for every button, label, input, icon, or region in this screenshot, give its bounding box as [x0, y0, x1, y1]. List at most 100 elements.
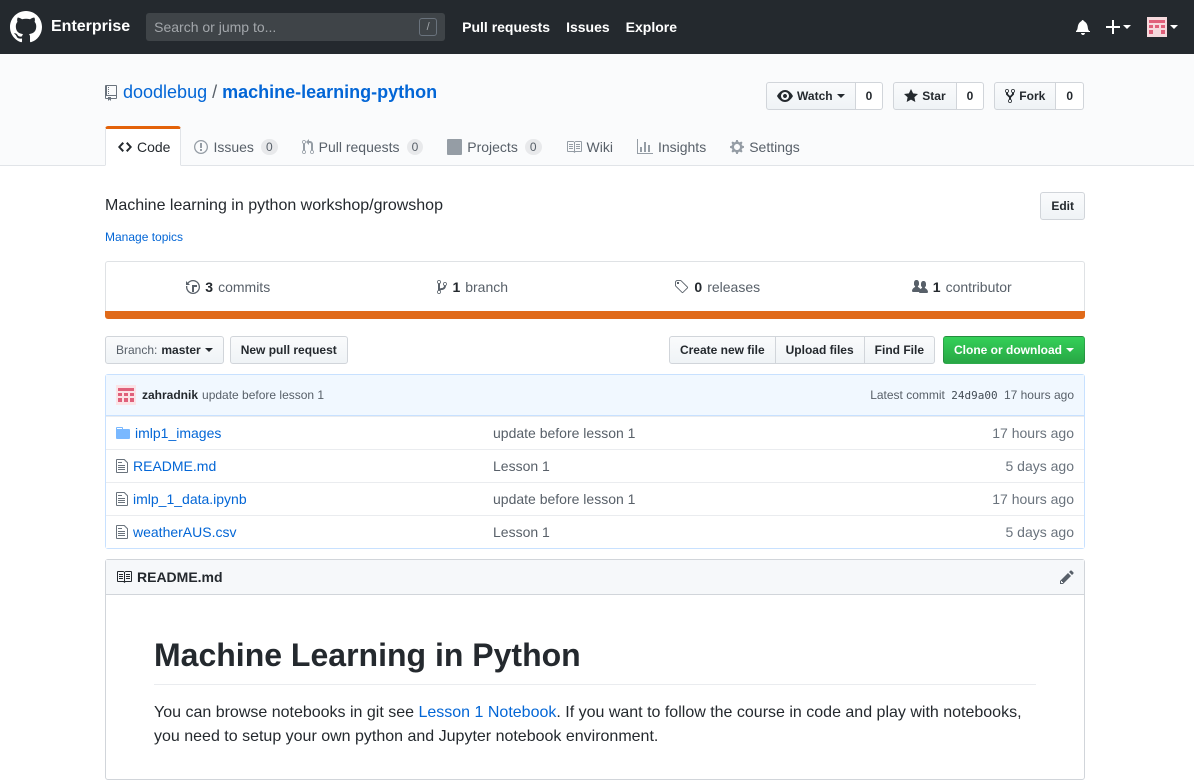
commits-stat[interactable]: 3 commits	[106, 279, 351, 295]
repo-description: Machine learning in python workshop/grow…	[105, 197, 443, 214]
graph-icon	[636, 138, 653, 155]
folder-icon	[116, 425, 130, 441]
repo-icon	[105, 84, 117, 101]
enterprise-label: Enterprise	[51, 18, 131, 35]
language-bar[interactable]	[105, 311, 1085, 319]
tab-settings[interactable]: Settings	[717, 126, 811, 166]
pencil-icon[interactable]	[1060, 569, 1074, 585]
file-commit-message[interactable]: update before lesson 1	[493, 425, 992, 441]
file-list: zahradnik update before lesson 1 Latest …	[105, 374, 1085, 549]
repo-owner-link[interactable]: doodlebug	[123, 82, 207, 103]
tab-settings-label: Settings	[749, 138, 800, 155]
file-icon	[116, 491, 128, 507]
contributors-label: contributor	[945, 278, 1012, 295]
repo-stats-summary: 3 commits 1 branch 0 releases 1 contribu…	[105, 261, 1085, 311]
repo-description-row: Machine learning in python workshop/grow…	[105, 192, 1085, 220]
clone-or-download-button[interactable]: Clone or download	[943, 336, 1085, 364]
clone-label: Clone or download	[954, 343, 1062, 357]
repo-name-link[interactable]: machine-learning-python	[222, 82, 437, 103]
enterprise-home-link[interactable]: Enterprise	[10, 11, 130, 43]
git-branch-icon	[437, 279, 448, 295]
file-name-link[interactable]: README.md	[133, 458, 216, 474]
commit-message-link[interactable]: update before lesson 1	[202, 388, 324, 402]
fork-button[interactable]: Fork	[994, 82, 1057, 110]
user-avatar-dropdown[interactable]	[1147, 17, 1178, 37]
plus-icon	[1106, 20, 1120, 34]
nav-explore[interactable]: Explore	[626, 19, 677, 35]
tab-issues-label: Issues	[213, 138, 254, 155]
repo-header: doodlebug / machine-learning-python Watc…	[0, 54, 1194, 166]
book-icon	[566, 139, 582, 155]
eye-icon	[777, 88, 794, 104]
tab-issues[interactable]: Issues 0	[181, 126, 288, 166]
repo-nav: Code Issues 0 Pull requests 0 Projects 0	[105, 126, 811, 166]
repo-title: doodlebug / machine-learning-python	[105, 82, 437, 103]
readme-filename: README.md	[137, 569, 223, 585]
lesson-1-notebook-link[interactable]: Lesson 1 Notebook	[418, 704, 556, 721]
star-button[interactable]: Star	[893, 82, 957, 110]
tab-insights-label: Insights	[657, 138, 707, 155]
fork-count[interactable]: 0	[1056, 82, 1084, 110]
file-name-link[interactable]: imlp_1_data.ipynb	[133, 491, 247, 507]
branch-prefix: Branch:	[116, 343, 158, 357]
branches-label: branch	[465, 278, 509, 295]
commit-sha-link[interactable]: 24d9a00	[951, 389, 997, 402]
branch-select-button[interactable]: Branch: master	[105, 336, 224, 364]
manage-topics-link[interactable]: Manage topics	[105, 230, 183, 244]
contributors-stat[interactable]: 1 contributor	[840, 279, 1085, 295]
tab-projects-label: Projects	[467, 138, 518, 155]
tab-code[interactable]: Code	[105, 126, 182, 166]
commits-count: 3	[205, 278, 214, 295]
watch-button[interactable]: Watch	[766, 82, 856, 110]
search-shortcut-key: /	[419, 18, 438, 36]
star-count[interactable]: 0	[956, 82, 985, 110]
chevron-down-icon	[1123, 25, 1131, 29]
file-row: weatherAUS.csv Lesson 1 5 days ago	[106, 515, 1084, 548]
readme-header: README.md	[106, 560, 1084, 595]
find-file-button[interactable]: Find File	[863, 336, 935, 364]
file-commit-message[interactable]: Lesson 1	[493, 458, 1006, 474]
commit-author-link[interactable]: zahradnik	[142, 388, 198, 402]
fork-group: Fork 0	[994, 82, 1084, 110]
github-logo-icon	[10, 11, 42, 43]
watch-count[interactable]: 0	[855, 82, 884, 110]
branch-name: master	[161, 343, 201, 357]
new-pull-request-button[interactable]: New pull request	[229, 336, 348, 364]
file-commit-message[interactable]: update before lesson 1	[493, 491, 992, 507]
chevron-down-icon	[204, 348, 213, 352]
file-name-link[interactable]: imlp1_images	[135, 425, 221, 441]
fork-icon	[1005, 88, 1016, 104]
releases-count: 0	[694, 278, 703, 295]
file-name-link[interactable]: weatherAUS.csv	[133, 524, 236, 540]
file-icon	[116, 524, 128, 540]
code-icon	[118, 139, 132, 155]
chevron-down-icon	[1170, 25, 1178, 29]
upload-files-button[interactable]: Upload files	[774, 336, 865, 364]
issues-counter: 0	[260, 138, 278, 155]
chevron-down-icon	[836, 94, 845, 98]
nav-pull-requests[interactable]: Pull requests	[462, 19, 550, 35]
tab-wiki-label: Wiki	[586, 138, 613, 155]
nav-issues[interactable]: Issues	[566, 19, 610, 35]
create-new-file-button[interactable]: Create new file	[668, 336, 776, 364]
projects-counter: 0	[524, 138, 542, 155]
tab-pull-requests[interactable]: Pull requests 0	[289, 126, 435, 166]
branches-stat[interactable]: 1 branch	[351, 279, 596, 295]
releases-label: releases	[707, 278, 761, 295]
avatar	[1147, 17, 1167, 37]
repo-path-separator: /	[212, 82, 218, 102]
notifications-bell-icon[interactable]	[1076, 19, 1090, 35]
watch-group: Watch 0	[766, 82, 884, 110]
commit-age: 17 hours ago	[1003, 388, 1074, 402]
tab-insights[interactable]: Insights	[624, 126, 717, 166]
file-commit-message[interactable]: Lesson 1	[493, 524, 1006, 540]
latest-commit-label: Latest commit	[870, 388, 945, 402]
edit-description-button[interactable]: Edit	[1040, 192, 1085, 220]
tab-projects[interactable]: Projects 0	[434, 126, 552, 166]
tab-wiki[interactable]: Wiki	[553, 126, 624, 166]
search-input[interactable]: Search or jump to... /	[146, 13, 446, 41]
readme-box: README.md Machine Learning in Python You…	[105, 559, 1085, 780]
create-new-dropdown[interactable]	[1106, 20, 1131, 34]
releases-stat[interactable]: 0 releases	[595, 279, 840, 295]
avatar[interactable]	[116, 385, 136, 405]
